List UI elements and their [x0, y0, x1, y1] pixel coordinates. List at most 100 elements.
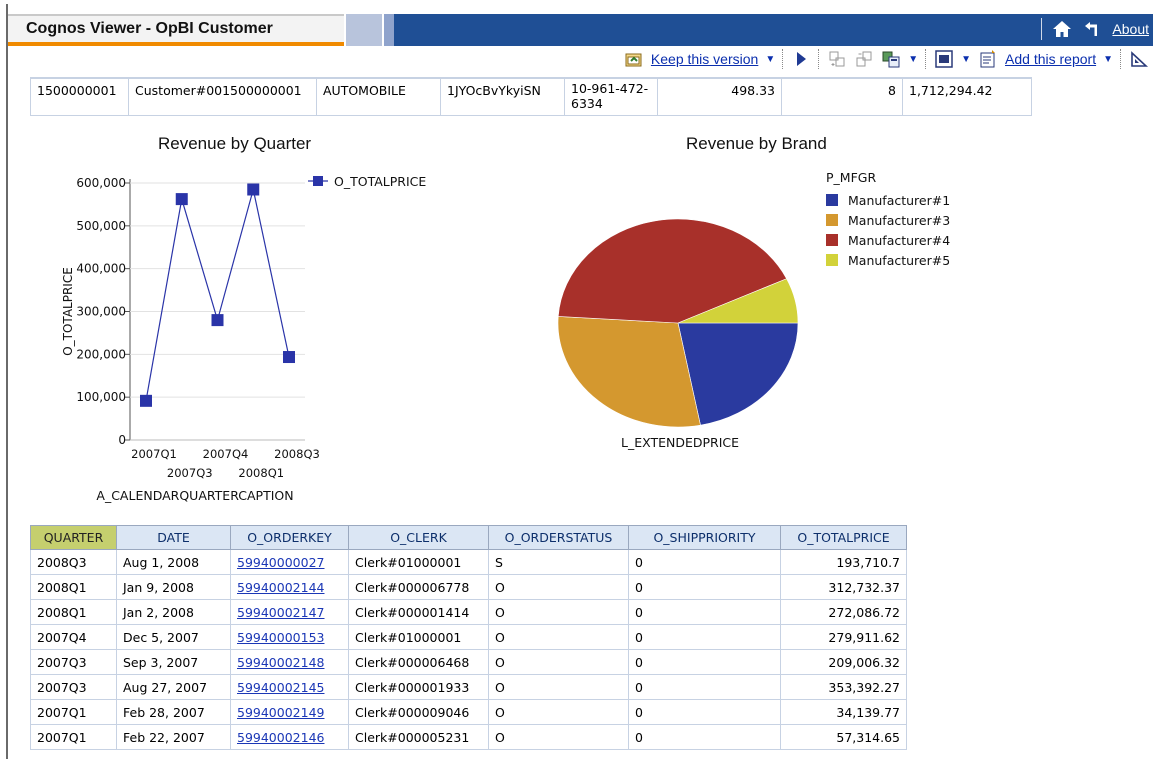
cell-orderstatus: O: [488, 724, 629, 750]
orderkey-link[interactable]: 59940002149: [237, 705, 324, 720]
cell-quarter: 2008Q1: [30, 574, 117, 600]
orderkey-link[interactable]: 59940000153: [237, 630, 324, 645]
orderkey-link[interactable]: 59940002146: [237, 730, 324, 745]
cell-orderkey: 59940002147: [230, 599, 349, 625]
cell-orderstatus: O: [488, 599, 629, 625]
table-row: 2008Q1 Jan 2, 2008 59940002147 Clerk#000001…: [30, 599, 907, 625]
cell-orderkey: 59940000153: [230, 624, 349, 650]
cell-date: Sep 3, 2007: [116, 649, 231, 675]
cell-orderstatus: O: [488, 624, 629, 650]
column-header-quarter[interactable]: QUARTER: [30, 525, 117, 550]
cell-quarter: 2007Q3: [30, 649, 117, 675]
cell-clerk: Clerk#000006778: [348, 574, 489, 600]
y-tick-label: 500,000: [76, 219, 126, 233]
cell-orderstatus: O: [488, 574, 629, 600]
legend-swatch: [826, 194, 838, 206]
legend-label: Manufacturer#3: [848, 213, 950, 228]
y-tick-label: 100,000: [76, 390, 126, 404]
cell-shippriority: 0: [628, 699, 781, 725]
y-tick-label: 0: [118, 433, 126, 447]
table-row: 2007Q1 Feb 22, 2007 59940002146 Clerk#00000…: [30, 724, 907, 750]
cell-shippriority: 0: [628, 724, 781, 750]
cell-orderkey: 59940002149: [230, 699, 349, 725]
cell-orderkey: 59940002145: [230, 674, 349, 700]
cell-date: Aug 1, 2008: [116, 549, 231, 575]
column-header-totalprice[interactable]: O_TOTALPRICE: [780, 525, 907, 550]
data-point: [175, 193, 188, 206]
y-tick-label: 200,000: [76, 347, 126, 361]
cell-date: Jan 2, 2008: [116, 599, 231, 625]
charts-canvas: 0 100,000 200,000 300,000 400,000 500,000 600,…: [61, 170, 950, 503]
table-row: 2008Q3 Aug 1, 2008 59940000027 Clerk#010000…: [30, 549, 907, 575]
column-header-shippriority[interactable]: O_SHIPPRIORITY: [628, 525, 781, 550]
cell-totalprice: 279,911.62: [780, 624, 907, 650]
cell-date: Jan 9, 2008: [116, 574, 231, 600]
cell-orderstatus: O: [488, 699, 629, 725]
column-header-orderstatus[interactable]: O_ORDERSTATUS: [488, 525, 629, 550]
x-tick-label: 2007Q4: [203, 447, 249, 461]
cell-shippriority: 0: [628, 574, 781, 600]
y-axis-title: O_TOTALPRICE: [61, 267, 75, 356]
cell-shippriority: 0: [628, 649, 781, 675]
cell-orderstatus: S: [488, 549, 629, 575]
cell-quarter: 2008Q3: [30, 549, 117, 575]
cell-orderkey: 59940000027: [230, 549, 349, 575]
cell-clerk: Clerk#000005231: [348, 724, 489, 750]
column-header-orderkey[interactable]: O_ORDERKEY: [230, 525, 349, 550]
orderkey-link[interactable]: 59940002144: [237, 580, 324, 595]
cell-totalprice: 312,732.37: [780, 574, 907, 600]
legend-marker: [313, 176, 323, 186]
cell-totalprice: 209,006.32: [780, 649, 907, 675]
legend-swatch: [826, 214, 838, 226]
table-row: 2008Q1 Jan 9, 2008 59940002144 Clerk#000006…: [30, 574, 907, 600]
cell-date: Feb 22, 2007: [116, 724, 231, 750]
y-tick-label: 400,000: [76, 262, 126, 276]
cell-clerk: Clerk#000006468: [348, 649, 489, 675]
column-header-date[interactable]: DATE: [116, 525, 231, 550]
series-line: [145, 189, 290, 401]
data-point: [283, 351, 295, 364]
x-tick-label: 2007Q1: [131, 447, 177, 461]
table-row: 2007Q1 Feb 28, 2007 59940002149 Clerk#00000…: [30, 699, 907, 725]
cell-clerk: Clerk#000009046: [348, 699, 489, 725]
cell-date: Dec 5, 2007: [116, 624, 231, 650]
legend-swatch: [826, 234, 838, 246]
orderkey-link[interactable]: 59940002145: [237, 680, 324, 695]
cell-quarter: 2007Q3: [30, 674, 117, 700]
cell-quarter: 2007Q4: [30, 624, 117, 650]
cell-totalprice: 193,710.7: [780, 549, 907, 575]
legend-swatch: [826, 254, 838, 266]
legend-label: Manufacturer#5: [848, 253, 950, 268]
orderkey-link[interactable]: 59940000027: [237, 555, 324, 570]
cell-date: Aug 27, 2007: [116, 674, 231, 700]
x-tick-label: 2008Q3: [274, 447, 320, 461]
cell-totalprice: 272,086.72: [780, 599, 907, 625]
data-point: [247, 183, 260, 196]
data-point: [211, 314, 224, 327]
legend-label: Manufacturer#4: [848, 233, 950, 248]
orderkey-link[interactable]: 59940002147: [237, 605, 324, 620]
table-header-row: QUARTER DATE O_ORDERKEY O_CLERK O_ORDERS…: [30, 525, 907, 550]
table-row: 2007Q3 Sep 3, 2007 59940002148 Clerk#000006…: [30, 649, 907, 675]
orderkey-link[interactable]: 59940002148: [237, 655, 324, 670]
pie-slice: [557, 316, 701, 428]
cell-date: Feb 28, 2007: [116, 699, 231, 725]
cell-clerk: Clerk#000001414: [348, 599, 489, 625]
cell-orderkey: 59940002146: [230, 724, 349, 750]
cell-totalprice: 34,139.77: [780, 699, 907, 725]
data-point: [140, 394, 152, 407]
cell-clerk: Clerk#01000001: [348, 549, 489, 575]
table-row: 2007Q4 Dec 5, 2007 59940000153 Clerk#010000…: [30, 624, 907, 650]
legend-label: Manufacturer#1: [848, 193, 950, 208]
table-row: 2007Q3 Aug 27, 2007 59940002145 Clerk#00000…: [30, 674, 907, 700]
column-header-clerk[interactable]: O_CLERK: [348, 525, 489, 550]
legend-title: P_MFGR: [826, 170, 876, 185]
cell-orderstatus: O: [488, 674, 629, 700]
cell-orderkey: 59940002144: [230, 574, 349, 600]
cell-shippriority: 0: [628, 674, 781, 700]
cell-shippriority: 0: [628, 549, 781, 575]
y-tick-label: 600,000: [76, 176, 126, 190]
cell-orderkey: 59940002148: [230, 649, 349, 675]
x-axis-title: A_CALENDARQUARTERCAPTION: [96, 488, 293, 503]
cell-clerk: Clerk#000001933: [348, 674, 489, 700]
